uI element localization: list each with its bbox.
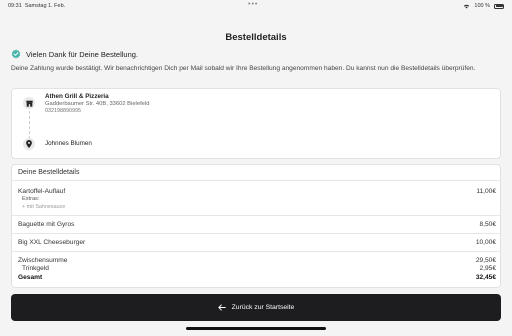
tip-label: Trinkgeld	[22, 265, 49, 272]
thanks-text: Vielen Dank für Deine Bestellung.	[26, 49, 139, 59]
tip-value: 2,95€	[479, 265, 496, 272]
battery-icon	[494, 3, 504, 9]
subtotal-label: Zwischensumme	[18, 257, 68, 264]
item-extras-label: Extras:	[22, 196, 40, 202]
restaurant-phone: 032198890995	[45, 108, 81, 114]
total-row: Gesamt 32,45€	[18, 274, 496, 281]
order-section-title: Deine Bestelldetails	[18, 169, 80, 176]
storefront-glyph	[25, 100, 33, 107]
back-button-label: Zurück zur Startseite	[231, 304, 295, 311]
item-name: Big XXL Cheeseburger	[18, 239, 86, 246]
item-price: 10,00€	[475, 239, 496, 246]
subtotal-value: 29,50€	[475, 257, 496, 264]
restaurant-name: Athen Grill & Pizzeria	[45, 93, 109, 100]
item-name: Kartoffel-Auflauf	[18, 188, 66, 195]
item-price: 11,00€	[476, 188, 496, 195]
status-bar: 09:31 Samstag 1. Feb. ••• 100 %	[0, 0, 512, 12]
total-value: 32,45€	[475, 274, 496, 281]
pin-glyph	[26, 140, 32, 148]
divider	[12, 215, 500, 216]
restaurant-icon	[23, 97, 35, 109]
restaurant-card: Athen Grill & Pizzeria Gadderbaumer Str.…	[11, 88, 501, 159]
order-details-card: Deine Bestelldetails Kartoffel-Auflauf 1…	[11, 164, 501, 288]
status-time: 09:31 Samstag 1. Feb.	[8, 3, 65, 9]
divider	[12, 251, 500, 252]
location-pin-icon	[23, 138, 35, 150]
item-name: Baguette mit Gyros	[18, 221, 75, 228]
check-badge-icon	[11, 49, 21, 59]
subtotal-row: Zwischensumme 29,50€	[18, 257, 496, 264]
info-text: Deine Zahlung wurde bestätigt. Wir benac…	[11, 65, 476, 72]
order-item-row: Big XXL Cheeseburger 10,00€	[18, 239, 496, 246]
wifi-icon	[464, 4, 470, 8]
thanks-message: Vielen Dank für Deine Bestellung.	[11, 49, 138, 59]
status-clock: 09:31	[8, 3, 22, 9]
battery-label: 100 %	[474, 3, 490, 9]
arrow-left-icon	[217, 304, 226, 311]
customer-name: Johnnes Blumen	[45, 140, 92, 147]
order-item-row: Kartoffel-Auflauf 11,00€	[18, 188, 496, 195]
item-price: 8,50€	[479, 221, 496, 228]
item-extra: + mit Sahnesauce	[22, 204, 66, 210]
back-to-home-button[interactable]: Zurück zur Startseite	[11, 294, 501, 321]
status-date: Samstag 1. Feb.	[24, 3, 66, 9]
restaurant-address: Gadderbaumer Str. 40B, 33602 Bielefeld	[45, 101, 150, 107]
multitask-dots[interactable]: •••	[248, 1, 258, 8]
total-label: Gesamt	[18, 274, 43, 281]
status-right: 100 %	[463, 3, 504, 9]
home-indicator[interactable]	[186, 327, 326, 330]
divider	[12, 180, 500, 181]
divider	[12, 233, 500, 234]
page-title: Bestelldetails	[225, 32, 287, 43]
tip-row: Trinkgeld 2,95€	[18, 265, 496, 272]
order-item-row: Baguette mit Gyros 8,50€	[18, 221, 496, 228]
